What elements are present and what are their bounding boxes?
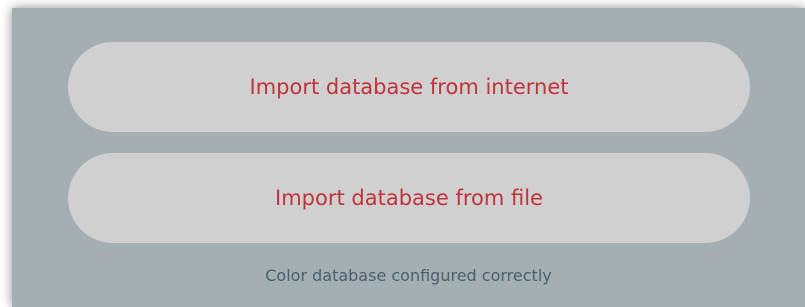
import-from-internet-button[interactable]: Import database from internet bbox=[68, 42, 750, 132]
import-panel: Import database from internet Import dat… bbox=[12, 8, 805, 307]
status-message: Color database configured correctly bbox=[265, 266, 552, 285]
import-from-file-button[interactable]: Import database from file bbox=[68, 153, 750, 243]
